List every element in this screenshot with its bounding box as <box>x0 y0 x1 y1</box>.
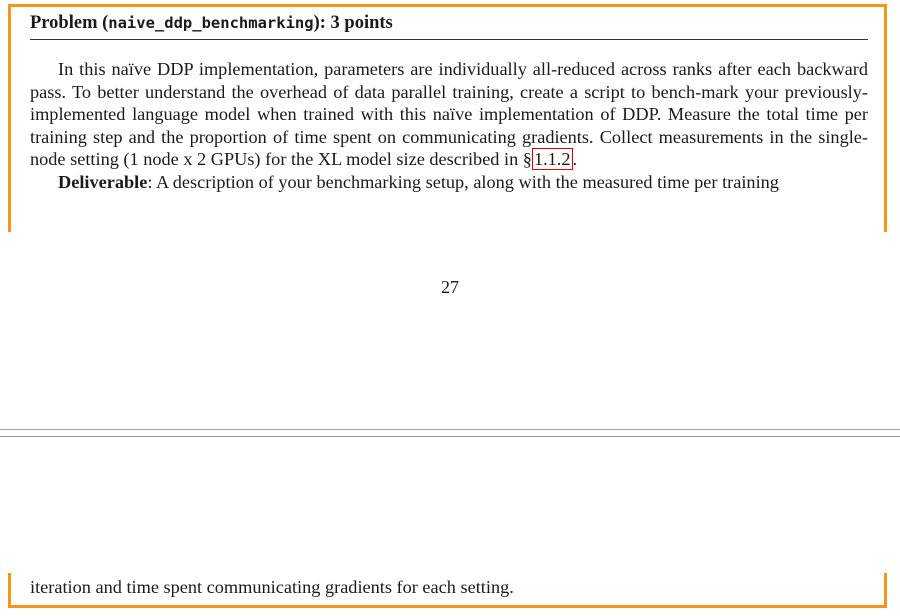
page-number: 27 <box>441 277 459 297</box>
page-separator <box>0 429 900 430</box>
header-rule <box>30 39 868 40</box>
problem-title: Problem (naive_ddp_benchmarking): 3 poin… <box>30 12 393 34</box>
problem-title-prefix: Problem ( <box>30 13 109 33</box>
problem-paragraph: In this naïve DDP implementation, parame… <box>30 58 868 171</box>
paragraph-text: In this naïve DDP implementation, parame… <box>30 59 868 169</box>
problem-body: In this naïve DDP implementation, parame… <box>30 58 868 193</box>
page-separator <box>0 436 900 437</box>
continuation-text: iteration and time spent communicating g… <box>30 577 514 597</box>
problem-title-code: naive_ddp_benchmarking <box>108 14 314 32</box>
deliverable-text: : A description of your benchmarking set… <box>147 171 779 192</box>
deliverable-label: Deliverable <box>58 171 148 192</box>
paragraph-text-end: . <box>572 149 578 169</box>
problem-title-suffix: ): 3 points <box>313 13 393 33</box>
section-reference-link[interactable]: 1.1.2 <box>531 148 573 170</box>
deliverable-paragraph: Deliverable: A description of your bench… <box>30 171 868 194</box>
